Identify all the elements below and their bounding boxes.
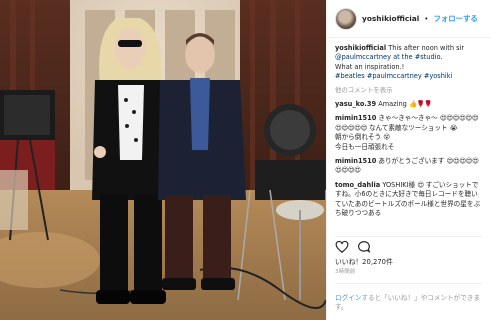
more-comments-link[interactable]: 他のコメントを表示 <box>335 86 482 95</box>
post-timestamp: 3時間前 <box>335 269 356 275</box>
post-side-panel: yoshikiofficial • フォローする yoshikiofficial… <box>326 0 490 320</box>
comment-username[interactable]: tomo_dahlia <box>335 181 380 189</box>
separator-dot: • <box>424 14 429 23</box>
comment: yasu_ko.39 Amazing 👍🌹🌹 <box>335 100 482 109</box>
comment-emoji: 👍🌹🌹 <box>408 100 433 109</box>
comment: tomo_dahlia YOSHIKI様 😍 すごいショットですね。小6のときに… <box>335 181 482 219</box>
speech-bubble-icon[interactable] <box>357 240 371 254</box>
comment-username[interactable]: yasu_ko.39 <box>335 100 376 108</box>
caption-username[interactable]: yoshikiofficial <box>335 44 386 52</box>
action-bar <box>335 236 482 254</box>
caption-line3: What an inspiration.! <box>335 62 405 71</box>
follow-button[interactable]: フォローする <box>433 13 477 24</box>
comment-username[interactable]: mimin1510 <box>335 114 376 122</box>
comment-text: Amazing <box>378 100 407 109</box>
comment-text: 朝から倒れそう <box>335 133 382 142</box>
post-photo[interactable] <box>0 0 326 320</box>
comment-text: きゃ〜きゃ〜きゃ〜 <box>378 114 438 123</box>
heart-icon[interactable] <box>335 240 349 254</box>
comment: mimin1510 きゃ〜きゃ〜きゃ〜 😍😍😍😍😍😍😍😍😍😍😍 なんて素敵なツー… <box>335 114 482 152</box>
comment-text: なんて素敵なツーショット <box>368 123 448 132</box>
comment-username[interactable]: mimin1510 <box>335 157 376 165</box>
comment-text: 今日も一日頑張れそ <box>335 142 395 151</box>
post-header: yoshikiofficial • フォローする <box>327 0 490 38</box>
comment-emoji: 😭 <box>449 123 458 132</box>
username[interactable]: yoshikiofficial <box>362 14 419 23</box>
caption-text: This after noon with sir <box>388 44 465 52</box>
login-link[interactable]: ログイン <box>335 294 361 302</box>
likes-count[interactable]: いいね！20,270件 <box>335 256 393 266</box>
avatar[interactable] <box>335 7 357 30</box>
caption-hashtags[interactable]: #beatles #paulmccartney #yoshiki <box>335 72 452 80</box>
likes-text: いいね！20,270件 <box>335 258 393 266</box>
comment-emoji: 😵 <box>383 133 390 142</box>
comment-text: YOSHIKI様 <box>382 180 416 189</box>
comment-emoji: 😍 <box>417 180 424 189</box>
login-prompt: ログインすると「いいね！」やコメントができます。 <box>335 283 482 312</box>
caption: yoshikiofficial This after noon with sir… <box>335 44 482 82</box>
comment: mimin1510 ありがとうございます 😍😍😍😍😍😍😍😍😍 <box>335 157 482 176</box>
comment-text: ありがとうございます <box>378 157 445 166</box>
caption-mention[interactable]: @paulmccartney at the #studio. <box>335 53 442 61</box>
studio-photo-illustration <box>0 0 326 320</box>
comments-list[interactable]: yoshikiofficial This after noon with sir… <box>327 38 490 234</box>
